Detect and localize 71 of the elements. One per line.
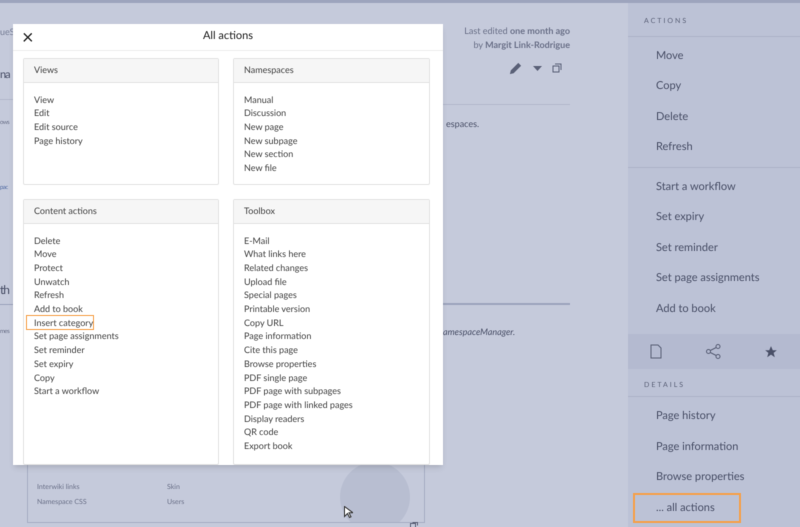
action-link[interactable]: Browse properties: [237, 356, 316, 371]
action-link[interactable]: Upload file: [237, 274, 287, 288]
caret-icon[interactable]: [533, 66, 542, 70]
action-link[interactable]: PDF page with subpages: [237, 384, 341, 398]
action-link[interactable]: Printable version: [237, 302, 310, 316]
sidebar-link[interactable]: Browse properties: [635, 464, 746, 490]
action-link[interactable]: Display readers: [237, 412, 304, 426]
sidebar-link[interactable]: ... all actions: [635, 494, 739, 521]
resize-icon[interactable]: [410, 522, 418, 527]
action-link[interactable]: New subpage: [237, 134, 298, 148]
sidebar-link[interactable]: Delete: [635, 104, 690, 130]
body-text: espaces.: [446, 116, 480, 130]
sidebar-link[interactable]: Page information: [635, 434, 740, 460]
action-link[interactable]: New file: [237, 161, 277, 175]
action-link[interactable]: Set page assignments: [27, 329, 119, 344]
pencil-icon[interactable]: [508, 60, 523, 76]
sidebar-link[interactable]: Set expiry: [635, 204, 706, 230]
sidebar-link[interactable]: Start a workflow: [635, 174, 738, 200]
action-link[interactable]: PDF page with linked pages: [237, 398, 353, 412]
action-link[interactable]: Edit source: [27, 120, 78, 134]
action-link[interactable]: Insert category: [27, 316, 94, 330]
page-title: na: [0, 66, 10, 82]
action-link[interactable]: Manual: [237, 92, 274, 106]
action-link[interactable]: View: [27, 92, 54, 106]
action-link[interactable]: Page information: [237, 329, 312, 344]
sidebar-link[interactable]: Set page assignments: [635, 265, 762, 292]
action-link[interactable]: Copy URL: [237, 316, 284, 330]
action-link[interactable]: Start a workflow: [27, 384, 100, 398]
section-heading: th: [0, 280, 9, 298]
action-link[interactable]: New page: [237, 120, 284, 134]
action-link[interactable]: Discussion: [237, 106, 286, 120]
sidebar-link[interactable]: Refresh: [635, 134, 695, 160]
action-link[interactable]: QR code: [237, 425, 278, 440]
section-title: Views: [34, 63, 58, 77]
star-icon[interactable]: [764, 344, 778, 358]
sidebar-link[interactable]: Move: [635, 42, 686, 69]
action-link[interactable]: Copy: [27, 370, 55, 384]
action-link[interactable]: Set expiry: [27, 356, 74, 371]
action-link[interactable]: Unwatch: [27, 274, 70, 288]
dialog-title: All actions: [202, 28, 254, 44]
action-link[interactable]: Set reminder: [27, 343, 85, 357]
action-link[interactable]: Export book: [237, 439, 292, 453]
action-link[interactable]: Page history: [27, 134, 83, 148]
action-link[interactable]: Refresh: [27, 288, 64, 302]
sidebar-link[interactable]: Page history: [635, 403, 718, 430]
sidebar-link[interactable]: Set reminder: [635, 234, 720, 261]
cursor-icon: [344, 506, 353, 518]
page-icon[interactable]: [650, 344, 662, 359]
section-title: Toolbox: [244, 204, 275, 218]
action-link[interactable]: Move: [27, 247, 56, 261]
action-link[interactable]: Add to book: [27, 302, 83, 316]
action-link[interactable]: Delete: [27, 234, 60, 248]
edited-by-text: by Margit Link-Rodrigue: [473, 38, 570, 52]
action-link[interactable]: PDF single page: [237, 370, 308, 384]
action-link[interactable]: New section: [237, 147, 294, 162]
action-link[interactable]: Protect: [27, 260, 63, 275]
action-link[interactable]: Cite this page: [237, 343, 298, 357]
action-link[interactable]: Special pages: [237, 288, 297, 302]
last-edited-text: Last edited one month ago: [464, 24, 570, 37]
section-title: Content actions: [34, 204, 97, 218]
share-icon[interactable]: [706, 344, 720, 359]
section-title: Namespaces: [244, 63, 294, 77]
action-link[interactable]: Related changes: [237, 260, 308, 275]
action-link[interactable]: E-Mail: [237, 234, 270, 248]
body-text: amespaceManager.: [443, 324, 516, 338]
copy-icon[interactable]: [552, 63, 562, 73]
sidebar-link[interactable]: Copy: [635, 73, 684, 100]
close-button[interactable]: ×: [22, 26, 34, 46]
action-link[interactable]: Edit: [27, 106, 50, 120]
sidebar-link[interactable]: Add to book: [635, 296, 718, 322]
action-link[interactable]: What links here: [237, 247, 306, 261]
